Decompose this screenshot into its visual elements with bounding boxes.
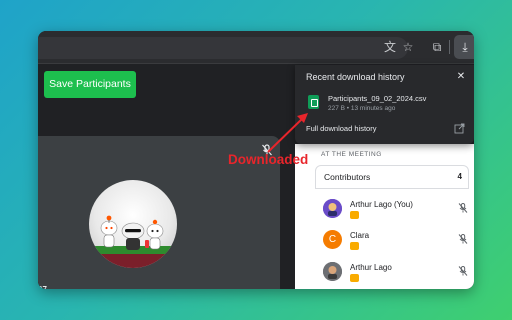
participant-row[interactable]: C Clara [323,230,473,258]
full-download-history-link[interactable]: Full download history [306,124,376,133]
avatar [323,262,342,281]
downloaded-annotation: Downloaded [228,152,309,167]
save-participants-button[interactable]: Save Participants [44,71,136,98]
muted-mic-icon[interactable] [457,265,469,277]
snoo-avatar-icon [89,215,177,268]
translate-icon[interactable]: 文 [382,39,398,55]
popup-title: Recent download history [306,72,405,82]
at-meeting-section-label: AT THE MEETING [321,151,382,158]
host-badge-icon [350,211,359,219]
participant-name: Arthur Lago (You) [350,200,413,209]
participant-row[interactable]: Arthur Lago [323,262,473,289]
csv-file-icon [308,95,319,109]
avatar [323,199,342,218]
tile-name-label: 07 [38,285,47,289]
download-file-meta: 227 B • 13 minutes ago [328,105,396,112]
close-icon[interactable]: ✕ [455,71,467,83]
bookmark-star-icon[interactable]: ☆ [400,39,416,55]
host-badge-icon [350,274,359,282]
muted-mic-icon[interactable] [457,202,469,214]
address-bar[interactable] [38,37,408,59]
download-button[interactable]: ⤓ [454,35,474,59]
profile-photo-icon [323,199,342,218]
participant-name: Arthur Lago [350,263,392,272]
muted-mic-icon[interactable] [457,233,469,245]
people-panel: AT THE MEETING Contributors 4 Arthur Lag… [295,144,474,289]
participant-avatar [89,180,177,268]
download-history-popup: Recent download history ✕ Participants_0… [295,65,474,144]
contributors-group[interactable]: Contributors 4 [315,165,469,189]
participant-row[interactable]: Arthur Lago (You) [323,199,473,227]
avatar: C [323,230,342,249]
host-badge-icon [350,242,359,250]
browser-toolbar: 文 ☆ ⧉ ⤓ [38,31,474,64]
extensions-icon[interactable]: ⧉ [429,39,445,55]
contributors-label: Contributors [324,172,371,182]
download-file-name[interactable]: Participants_09_02_2024.csv [328,94,426,103]
contributors-count: 4 [457,172,462,181]
profile-photo-icon [323,262,342,281]
toolbar-divider [449,40,450,54]
open-external-icon[interactable] [454,123,465,134]
participant-name: Clara [350,231,370,240]
